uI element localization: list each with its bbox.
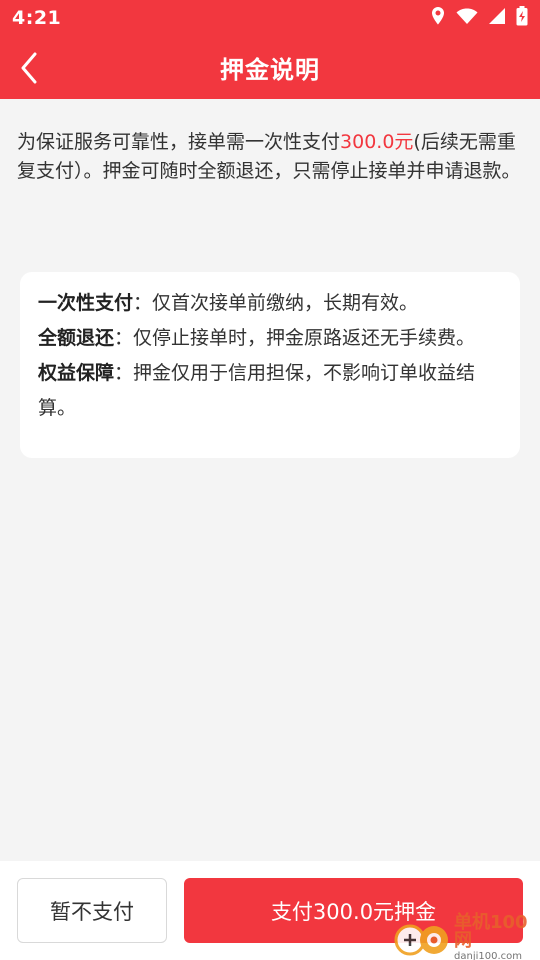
location-icon (430, 6, 446, 30)
signal-icon (488, 7, 506, 29)
nav-bar: 押金说明 (0, 36, 540, 99)
info-item-rights-protection: 权益保障：押金仅用于信用担保，不影响订单收益结算。 (38, 356, 502, 426)
deposit-amount: 300.0元 (340, 131, 414, 153)
watermark-name: 单机100网 (454, 912, 528, 951)
intro-text-before: 为保证服务可靠性，接单需一次性支付 (17, 131, 341, 153)
info-item-text: ：仅首次接单前缴纳，长期有效。 (133, 292, 419, 314)
info-item-label: 一次性支付 (38, 292, 134, 314)
page-title: 押金说明 (220, 56, 320, 84)
watermark-text: 单机100网 danji100.com (454, 914, 538, 960)
status-bar: 4:21 (0, 0, 540, 36)
info-item-full-refund: 全额退还：仅停止接单时，押金原路返还无手续费。 (38, 321, 502, 356)
info-item-label: 权益保障 (38, 362, 115, 384)
info-item-text: ：仅停止接单时，押金原路返还无手续费。 (114, 327, 476, 349)
back-arrow-icon (21, 52, 37, 84)
watermark-logo-icon (392, 918, 452, 958)
deposit-intro: 为保证服务可靠性，接单需一次性支付300.0元(后续无需重复支付）。押金可随时全… (17, 128, 523, 186)
deposit-info-card: 一次性支付：仅首次接单前缴纳，长期有效。 全额退还：仅停止接单时，押金原路返还无… (20, 272, 520, 458)
status-icons (430, 6, 528, 30)
watermark: 单机100网 danji100.com (392, 914, 538, 960)
back-button[interactable] (14, 50, 44, 86)
skip-payment-button[interactable]: 暂不支付 (17, 878, 167, 943)
info-item-label: 全额退还 (38, 327, 115, 349)
watermark-url: danji100.com (454, 951, 522, 960)
battery-charging-icon (516, 6, 528, 30)
status-time: 4:21 (12, 7, 62, 29)
info-item-one-time-payment: 一次性支付：仅首次接单前缴纳，长期有效。 (38, 286, 502, 321)
wifi-icon (456, 7, 478, 29)
